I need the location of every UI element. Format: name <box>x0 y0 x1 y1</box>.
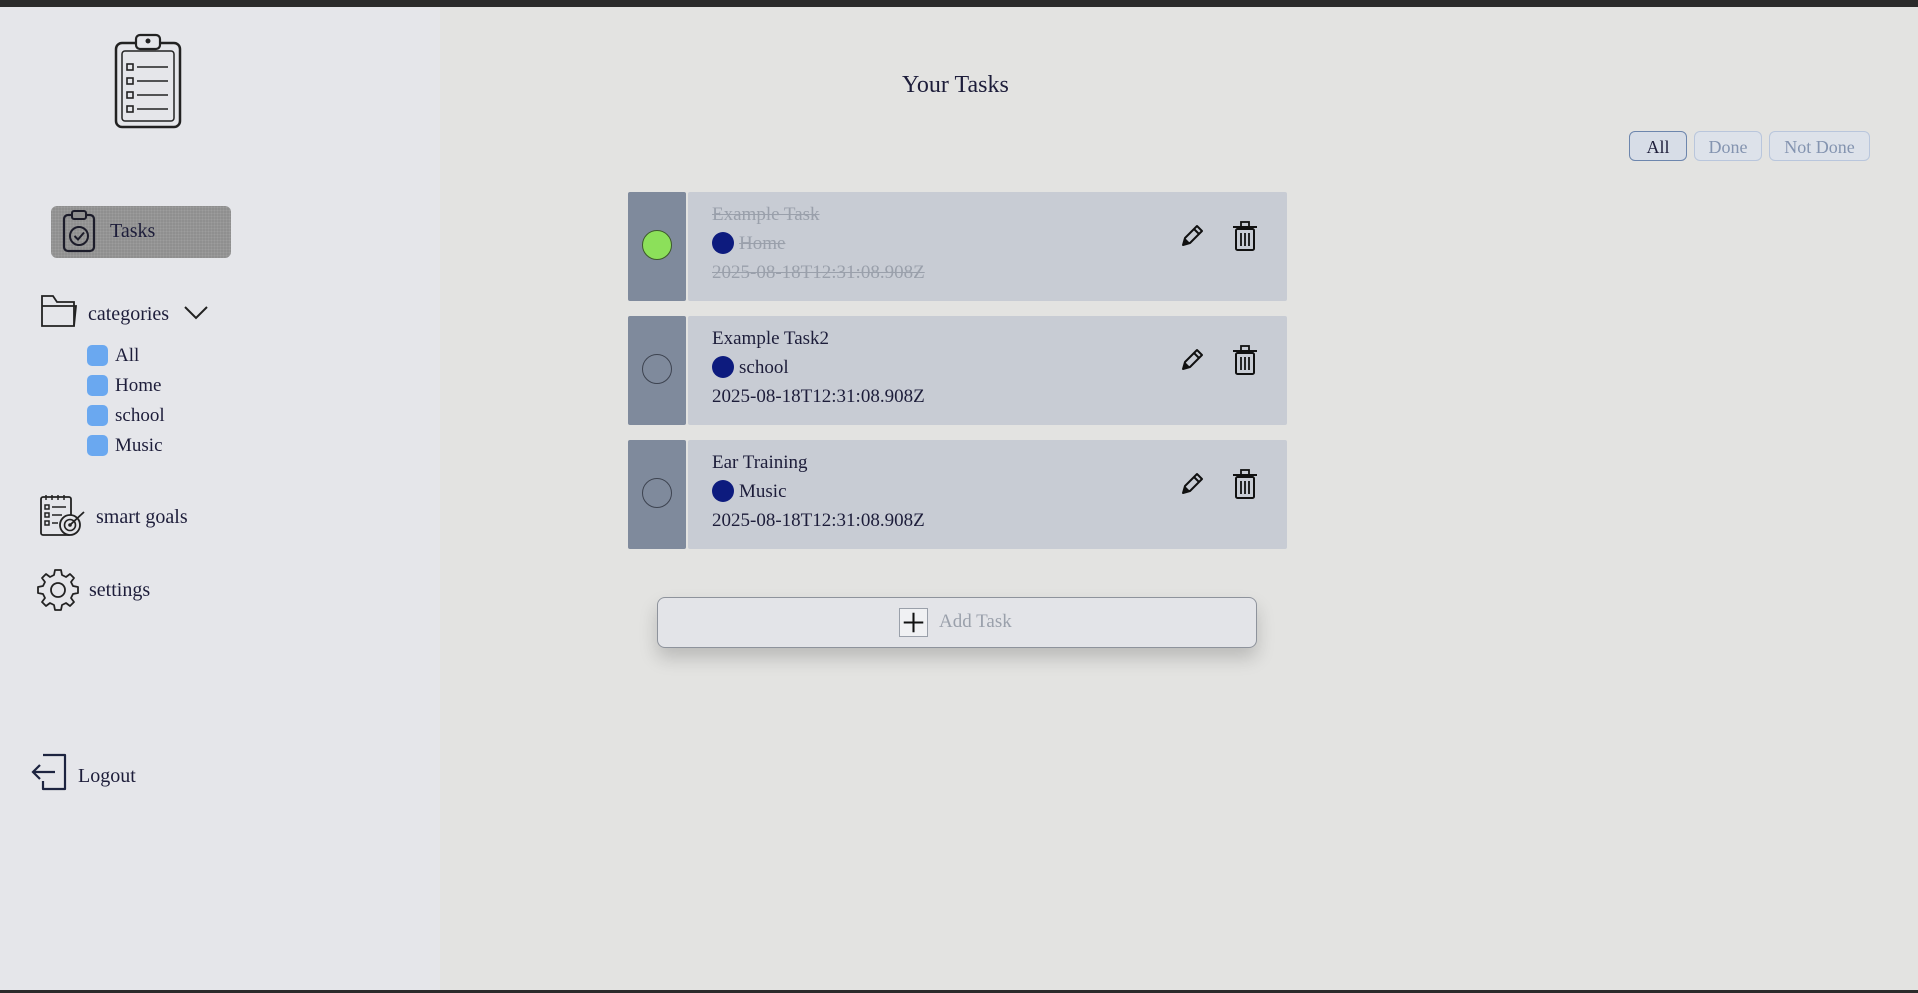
pencil-icon[interactable] <box>1178 346 1206 374</box>
category-chip <box>87 345 108 366</box>
task-status-strip <box>628 192 686 301</box>
checklist-target-icon <box>40 495 85 536</box>
task-name: Example Task <box>712 204 820 225</box>
filter-all-button[interactable]: All <box>1629 131 1687 161</box>
task-item: Example Task Home 2025-08-18T12:31:08.90… <box>628 192 1287 301</box>
task-status-strip <box>628 440 686 549</box>
sidebar-item-tasks[interactable]: Tasks <box>51 206 231 258</box>
page-title: Your Tasks <box>902 72 1009 98</box>
sidebar: Tasks categories All Home school Music s… <box>0 7 440 990</box>
category-chip <box>87 405 108 426</box>
task-complete-toggle[interactable] <box>642 354 672 384</box>
category-label: Music <box>115 435 163 456</box>
task-date: 2025-08-18T12:31:08.908Z <box>712 262 925 283</box>
task-item: Example Task2 school 2025-08-18T12:31:08… <box>628 316 1287 425</box>
filter-not-done-button[interactable]: Not Done <box>1769 131 1870 161</box>
task-category: Music <box>739 481 787 502</box>
trash-icon[interactable] <box>1231 468 1259 500</box>
task-item: Ear Training Music 2025-08-18T12:31:08.9… <box>628 440 1287 549</box>
trash-icon[interactable] <box>1231 344 1259 376</box>
task-complete-toggle[interactable] <box>642 230 672 260</box>
clipboard-list-icon <box>114 33 182 129</box>
window-top-border <box>0 0 1918 7</box>
pencil-icon[interactable] <box>1178 222 1206 250</box>
category-label: Home <box>115 375 162 396</box>
sidebar-item-label: Tasks <box>110 220 156 242</box>
task-category: Home <box>739 233 786 254</box>
plus-icon <box>899 608 928 637</box>
task-date: 2025-08-18T12:31:08.908Z <box>712 386 925 407</box>
category-label: school <box>115 405 165 426</box>
chevron-down-icon[interactable] <box>182 301 210 323</box>
category-chip <box>87 435 108 456</box>
task-category: school <box>739 357 789 378</box>
task-card: Example Task Home 2025-08-18T12:31:08.90… <box>688 192 1287 301</box>
sidebar-item-label: smart goals <box>96 506 188 528</box>
filter-done-button[interactable]: Done <box>1694 131 1762 161</box>
logout-icon <box>31 753 67 791</box>
add-task-label: Add Task <box>939 611 1012 632</box>
task-status-strip <box>628 316 686 425</box>
pencil-icon[interactable] <box>1178 470 1206 498</box>
task-card: Example Task2 school 2025-08-18T12:31:08… <box>688 316 1287 425</box>
sidebar-item-label: Logout <box>78 765 136 787</box>
clipboard-check-icon <box>62 210 96 253</box>
sidebar-item-label: settings <box>89 579 151 601</box>
category-dot <box>712 356 734 378</box>
task-name: Ear Training <box>712 452 808 473</box>
gear-icon <box>37 569 79 611</box>
category-label: All <box>115 345 140 366</box>
task-card: Ear Training Music 2025-08-18T12:31:08.9… <box>688 440 1287 549</box>
task-name: Example Task2 <box>712 328 830 349</box>
add-task-button[interactable]: Add Task <box>657 597 1257 648</box>
category-dot <box>712 232 734 254</box>
sidebar-item-label: categories <box>88 303 170 325</box>
folder-icon <box>41 295 77 327</box>
category-chip <box>87 375 108 396</box>
trash-icon[interactable] <box>1231 220 1259 252</box>
task-complete-toggle[interactable] <box>642 478 672 508</box>
task-date: 2025-08-18T12:31:08.908Z <box>712 510 925 531</box>
category-dot <box>712 480 734 502</box>
